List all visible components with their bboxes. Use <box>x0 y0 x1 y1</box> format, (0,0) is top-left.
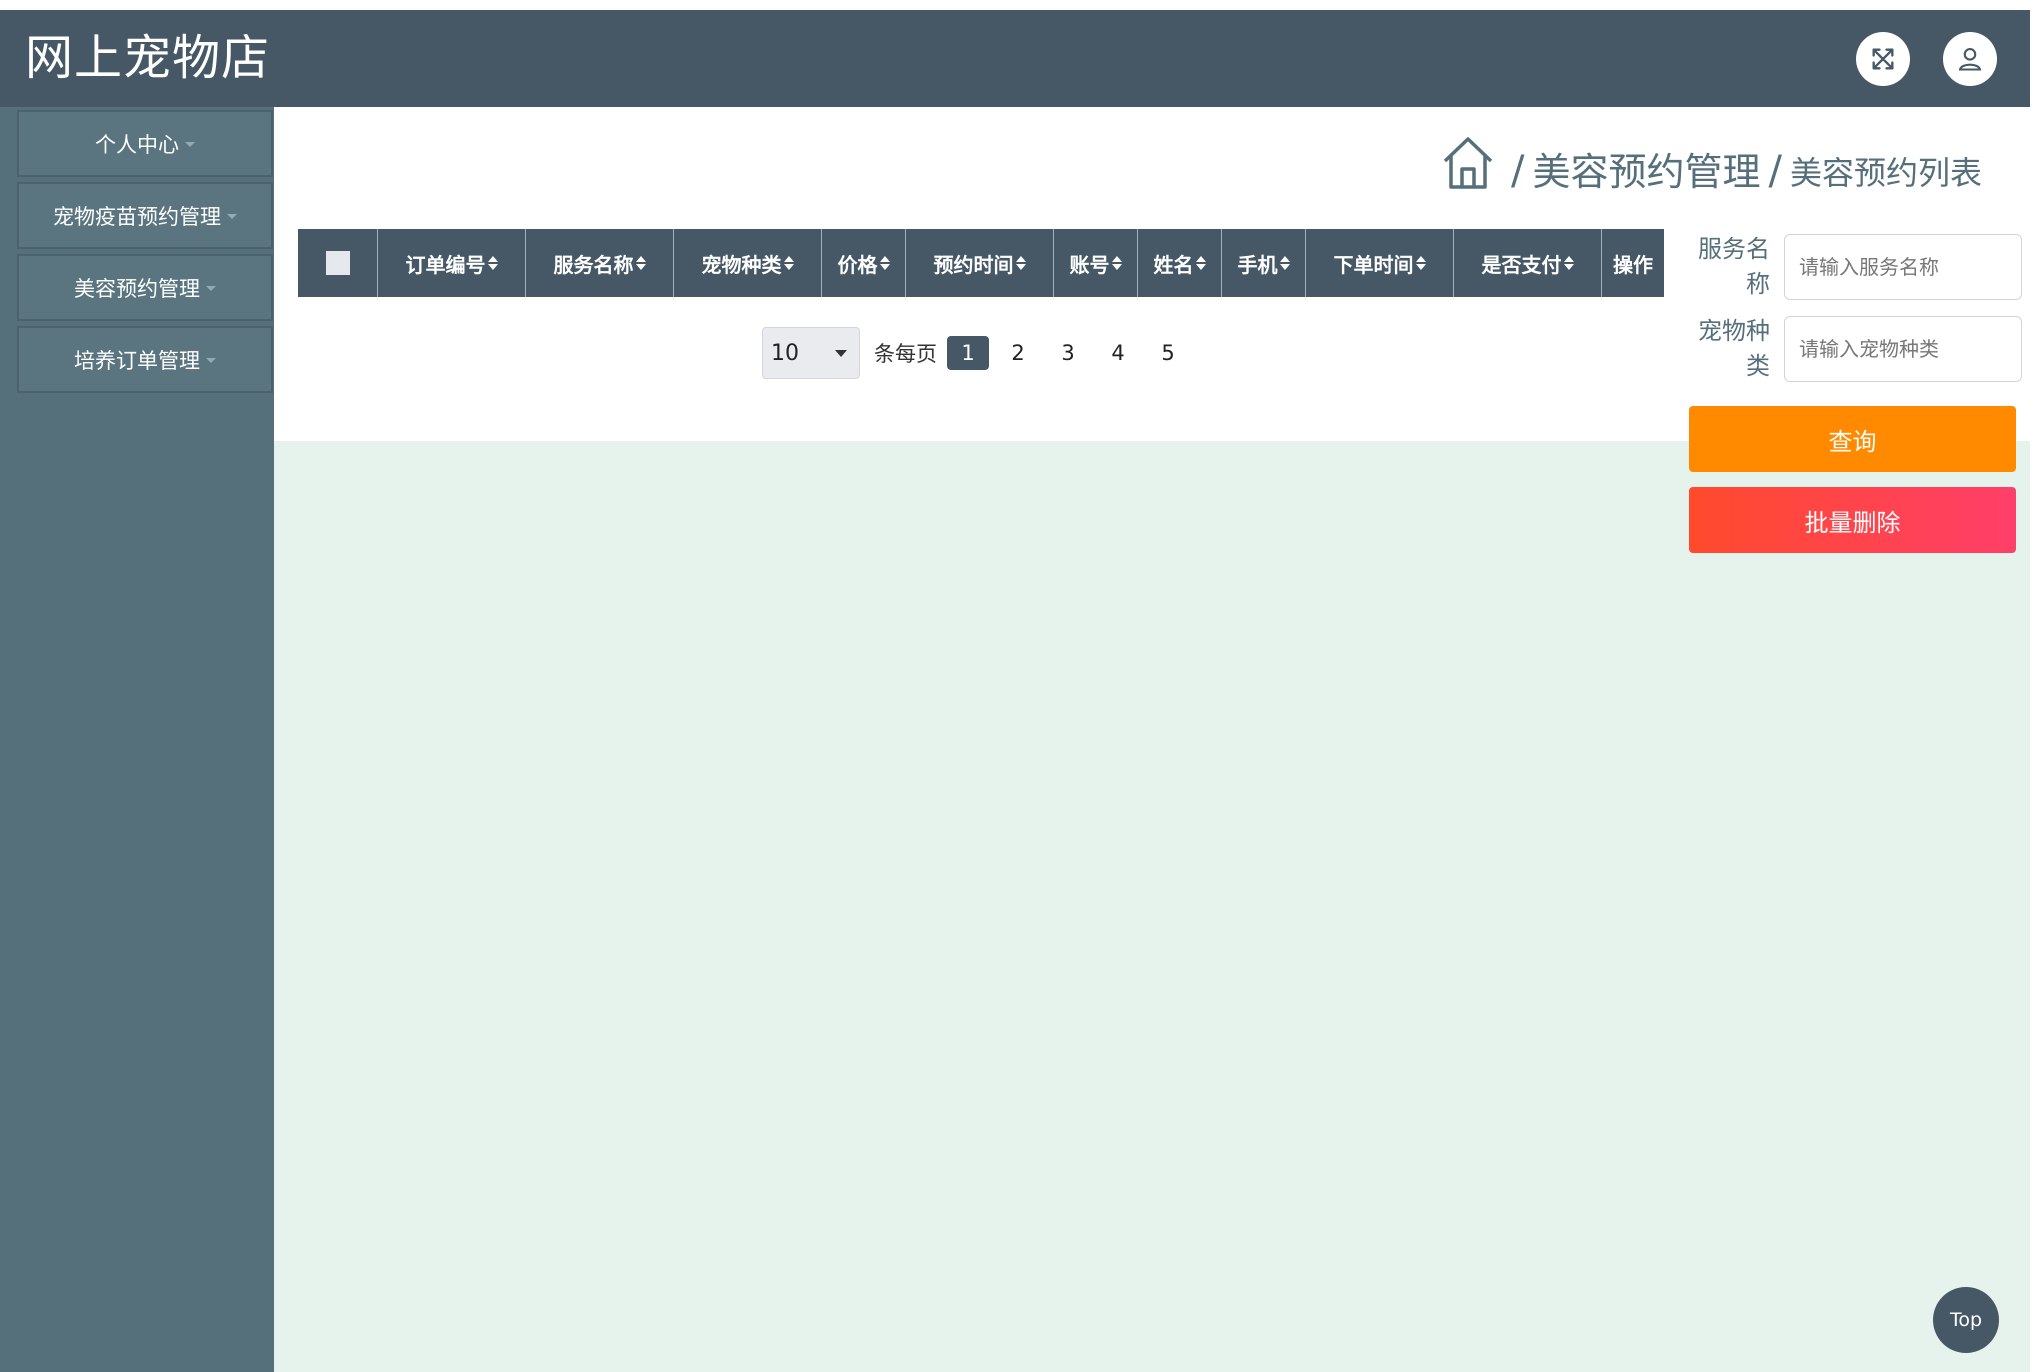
select-all-checkbox[interactable] <box>325 251 350 275</box>
column-label: 预约时间 <box>933 252 1014 277</box>
expand-arrows-icon <box>1872 48 1894 70</box>
sort-icon <box>1415 256 1426 270</box>
breadcrumb-separator: / <box>1511 148 1525 194</box>
app-title: 网上宠物店 <box>25 30 271 86</box>
column-header-actions: 操作 <box>1602 229 1664 297</box>
page-button[interactable]: 4 <box>1097 336 1139 370</box>
sidebar-item-grooming-appointments[interactable]: 美容预约管理 <box>17 254 273 321</box>
per-page-label: 条每页 <box>874 342 937 366</box>
query-button[interactable]: 查询 <box>1689 406 2016 472</box>
column-label: 姓名 <box>1153 252 1194 277</box>
breadcrumb: / 美容预约管理 / 美容预约列表 <box>1441 127 1982 191</box>
user-button[interactable] <box>1943 32 1997 86</box>
column-label: 订单编号 <box>405 252 486 277</box>
column-header-paid[interactable]: 是否支付 <box>1454 229 1602 297</box>
column-header-price[interactable]: 价格 <box>822 229 906 297</box>
page-button[interactable]: 1 <box>947 336 989 370</box>
column-header-pet-type[interactable]: 宠物种类 <box>674 229 822 297</box>
sort-icon <box>1015 256 1026 270</box>
pet-type-input[interactable] <box>1784 316 2022 382</box>
column-header-service-name[interactable]: 服务名称 <box>526 229 674 297</box>
sidebar-item-label: 宠物疫苗预约管理 <box>53 204 221 229</box>
batch-delete-button[interactable]: 批量删除 <box>1689 487 2016 553</box>
page-button[interactable]: 3 <box>1047 336 1089 370</box>
pet-type-label: 宠物种类 <box>1698 317 1770 380</box>
column-header-name[interactable]: 姓名 <box>1138 229 1222 297</box>
table-header: 订单编号 服务名称 宠物种类 价格 预约时间 账号 姓名 手机 下单时间 是否支… <box>298 229 1664 297</box>
sort-icon <box>487 256 498 270</box>
column-label: 下单时间 <box>1333 252 1414 277</box>
chevron-down-icon <box>835 349 847 357</box>
column-label: 服务名称 <box>553 252 634 277</box>
home-icon[interactable] <box>1441 135 1495 191</box>
sidebar: 个人中心 宠物疫苗预约管理 美容预约管理 培养订单管理 <box>0 107 274 1372</box>
page-button[interactable]: 5 <box>1147 336 1189 370</box>
sidebar-item-label: 美容预约管理 <box>74 276 200 301</box>
sidebar-item-personal-center[interactable]: 个人中心 <box>17 110 273 177</box>
sort-icon <box>783 256 794 270</box>
sidebar-item-vaccine-appointments[interactable]: 宠物疫苗预约管理 <box>17 182 273 249</box>
breadcrumb-level1[interactable]: 美容预约管理 <box>1532 153 1760 191</box>
sort-icon <box>635 256 646 270</box>
column-label: 手机 <box>1237 252 1278 277</box>
sort-icon <box>1111 256 1122 270</box>
app-header: 网上宠物店 <box>0 10 2030 107</box>
service-name-label: 服务名称 <box>1698 235 1770 298</box>
top-strip <box>0 0 2032 10</box>
sort-icon <box>1195 256 1206 270</box>
sidebar-item-label: 个人中心 <box>95 132 179 157</box>
column-header-account[interactable]: 账号 <box>1054 229 1138 297</box>
page-size-select[interactable]: 10 <box>762 327 860 379</box>
caret-down-icon <box>227 214 237 219</box>
column-label: 操作 <box>1613 252 1653 277</box>
sort-icon <box>1279 256 1290 270</box>
user-icon <box>1958 48 1982 71</box>
fullscreen-button[interactable] <box>1856 32 1910 86</box>
column-label: 是否支付 <box>1481 252 1562 277</box>
breadcrumb-separator: / <box>1768 148 1782 194</box>
select-all-cell <box>298 229 378 297</box>
back-to-top-button[interactable]: Top <box>1933 1287 1999 1353</box>
page-size-value: 10 <box>771 340 799 366</box>
column-header-order-no[interactable]: 订单编号 <box>378 229 526 297</box>
column-label: 价格 <box>837 252 878 277</box>
caret-down-icon <box>206 358 216 363</box>
breadcrumb-level2: 美容预约列表 <box>1789 154 1982 192</box>
page-button[interactable]: 2 <box>997 336 1039 370</box>
column-header-order-time[interactable]: 下单时间 <box>1306 229 1454 297</box>
column-header-appointment-time[interactable]: 预约时间 <box>906 229 1054 297</box>
caret-down-icon <box>185 142 195 147</box>
column-label: 宠物种类 <box>701 252 782 277</box>
caret-down-icon <box>206 286 216 291</box>
column-header-phone[interactable]: 手机 <box>1222 229 1306 297</box>
sort-icon <box>1563 256 1574 270</box>
sidebar-item-label: 培养订单管理 <box>74 348 200 373</box>
sidebar-item-training-orders[interactable]: 培养订单管理 <box>17 326 273 393</box>
pagination: 10 条每页 1 2 3 4 5 <box>762 327 1197 379</box>
column-label: 账号 <box>1069 252 1110 277</box>
service-name-input[interactable] <box>1784 234 2022 300</box>
sort-icon <box>879 256 890 270</box>
